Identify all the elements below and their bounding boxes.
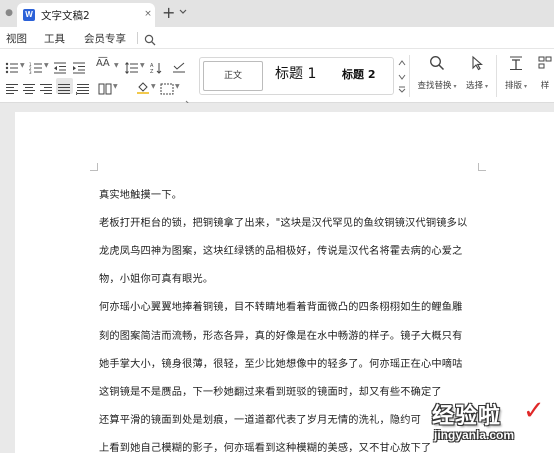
paragraph-line: 这铜镜是不是赝品，下一秒她翻过来看到斑驳的镜面时，却又有些不确定了: [99, 387, 442, 398]
select-button[interactable]: 选择 ▾: [464, 55, 490, 91]
decrease-indent-icon[interactable]: [53, 59, 67, 74]
style-pane-label: 样: [540, 81, 550, 91]
border-icon[interactable]: [160, 80, 174, 95]
svg-text:3: 3: [29, 70, 32, 74]
chevron-down-icon[interactable]: ▼: [151, 83, 156, 90]
chevron-down-icon[interactable]: ▼: [44, 62, 49, 69]
menu-view[interactable]: 视图: [6, 31, 27, 46]
align-left-icon[interactable]: [5, 80, 19, 94]
find-replace-button[interactable]: 查找替换 ▾: [416, 55, 458, 91]
style-pane-icon: [537, 56, 553, 75]
watermark-url: jingyanla.com: [434, 428, 515, 442]
find-replace-label: 查找替换: [417, 81, 452, 91]
menu-tools[interactable]: 工具: [44, 31, 65, 46]
margin-corner-tl: [90, 163, 98, 171]
text-direction-icon[interactable]: A͞A: [96, 58, 114, 70]
layout-button[interactable]: 排版 ▾: [503, 55, 529, 91]
paragraph-line: 何亦瑶小心翼翼地捧着铜镜，目不转睛地看着背面微凸的四条栩栩如生的鲤鱼雕: [99, 302, 463, 313]
chevron-down-icon[interactable]: ▼: [175, 83, 180, 90]
svg-text:Z: Z: [150, 69, 154, 74]
tab-title: 文字文稿2: [41, 10, 90, 22]
ribbon-divider: [496, 55, 497, 97]
paragraph-line: 物，小姐你可真有眼光。: [99, 274, 214, 285]
layout-icon: [508, 56, 524, 75]
gallery-scroll[interactable]: [398, 58, 406, 94]
layout-label: 排版: [505, 81, 523, 91]
new-tab-button[interactable]: +: [162, 3, 175, 23]
chevron-down-icon[interactable]: ▼: [114, 62, 119, 69]
search-icon: [429, 56, 445, 75]
menu-divider: [137, 32, 138, 44]
paragraph-line: 老板打开柜台的锁，把铜镜拿了出来，"这块是汉代罕见的鱼纹铜镜汉代铜镜多以: [99, 218, 468, 229]
paragraph-line: 上看到她自己模糊的影子，何亦瑶看到这种模糊的美感，又不甘心放下了: [99, 443, 432, 453]
column-icon[interactable]: [98, 80, 112, 95]
align-center-icon[interactable]: [22, 80, 36, 94]
distribute-icon[interactable]: [75, 80, 90, 96]
cursor-icon: [469, 55, 485, 75]
close-icon[interactable]: ×: [143, 8, 153, 20]
tab-bar: ● W 文字文稿2 × +: [0, 0, 554, 27]
shading-icon[interactable]: [136, 79, 150, 94]
chevron-down-icon[interactable]: [179, 8, 187, 17]
paragraph-line: 还算平滑的镜面到处是划痕，一道道都代表了岁月无情的洗礼，隐约可: [99, 415, 422, 426]
menu-member[interactable]: 会员专享: [84, 31, 126, 46]
style-gallery: 正文 标题 1 标题 2: [199, 57, 394, 95]
show-marks-icon[interactable]: [172, 59, 186, 73]
align-right-icon[interactable]: [39, 80, 53, 94]
search-icon[interactable]: [144, 31, 156, 46]
menu-bar: 视图 工具 会员专享: [0, 27, 554, 49]
numbered-list-icon[interactable]: 123: [29, 59, 43, 75]
line-spacing-icon[interactable]: [125, 59, 139, 74]
chevron-down-icon[interactable]: ▼: [20, 62, 25, 69]
writer-doc-icon: W: [23, 9, 35, 21]
style-normal[interactable]: 正文: [203, 61, 263, 91]
style-pane-button[interactable]: 样: [536, 55, 554, 91]
watermark-text: 经验啦: [432, 404, 502, 429]
chevron-down-icon[interactable]: ▼: [113, 83, 118, 90]
margin-corner-tr: [478, 163, 486, 171]
check-icon: ✓: [523, 396, 545, 426]
style-heading-1[interactable]: 标题 1: [275, 63, 316, 83]
paragraph-line: 刻的图案简洁而流畅，形态各异，真的好像是在水中畅游的样子。镜子大概只有: [99, 331, 463, 342]
select-label: 选择: [466, 81, 484, 91]
dot-icon[interactable]: ●: [2, 4, 16, 22]
justify-icon[interactable]: [56, 78, 73, 94]
document-tab[interactable]: W 文字文稿2 ×: [17, 3, 155, 27]
dialog-launcher-icon[interactable]: [185, 92, 192, 107]
ribbon-toolbar: ▼ 123 ▼ A͞A ▼ ▼ AZ ▼ ▼ ▼ 正文 标题 1 标题 2 查找…: [0, 49, 554, 107]
watermark: 经验啦 ✓ jingyanla.com: [428, 396, 552, 450]
style-heading-2[interactable]: 标题 2: [342, 66, 375, 82]
paragraph-line: 真实地触摸一下。: [99, 190, 183, 201]
chevron-down-icon[interactable]: ▼: [140, 62, 145, 69]
bullet-list-icon[interactable]: [5, 59, 19, 74]
increase-indent-icon[interactable]: [72, 59, 86, 74]
ribbon-divider: [409, 55, 410, 97]
paragraph-line: 她手掌大小，镜身很薄，很轻，至少比她想像中的轻多了。何亦瑶正在心中嘀咕: [99, 359, 463, 370]
paragraph-line: 龙虎凤鸟四神为图案，这块红绿锈的品相极好，传说是汉代名将霍去病的心爱之: [99, 246, 463, 257]
sort-icon[interactable]: AZ: [150, 59, 164, 75]
